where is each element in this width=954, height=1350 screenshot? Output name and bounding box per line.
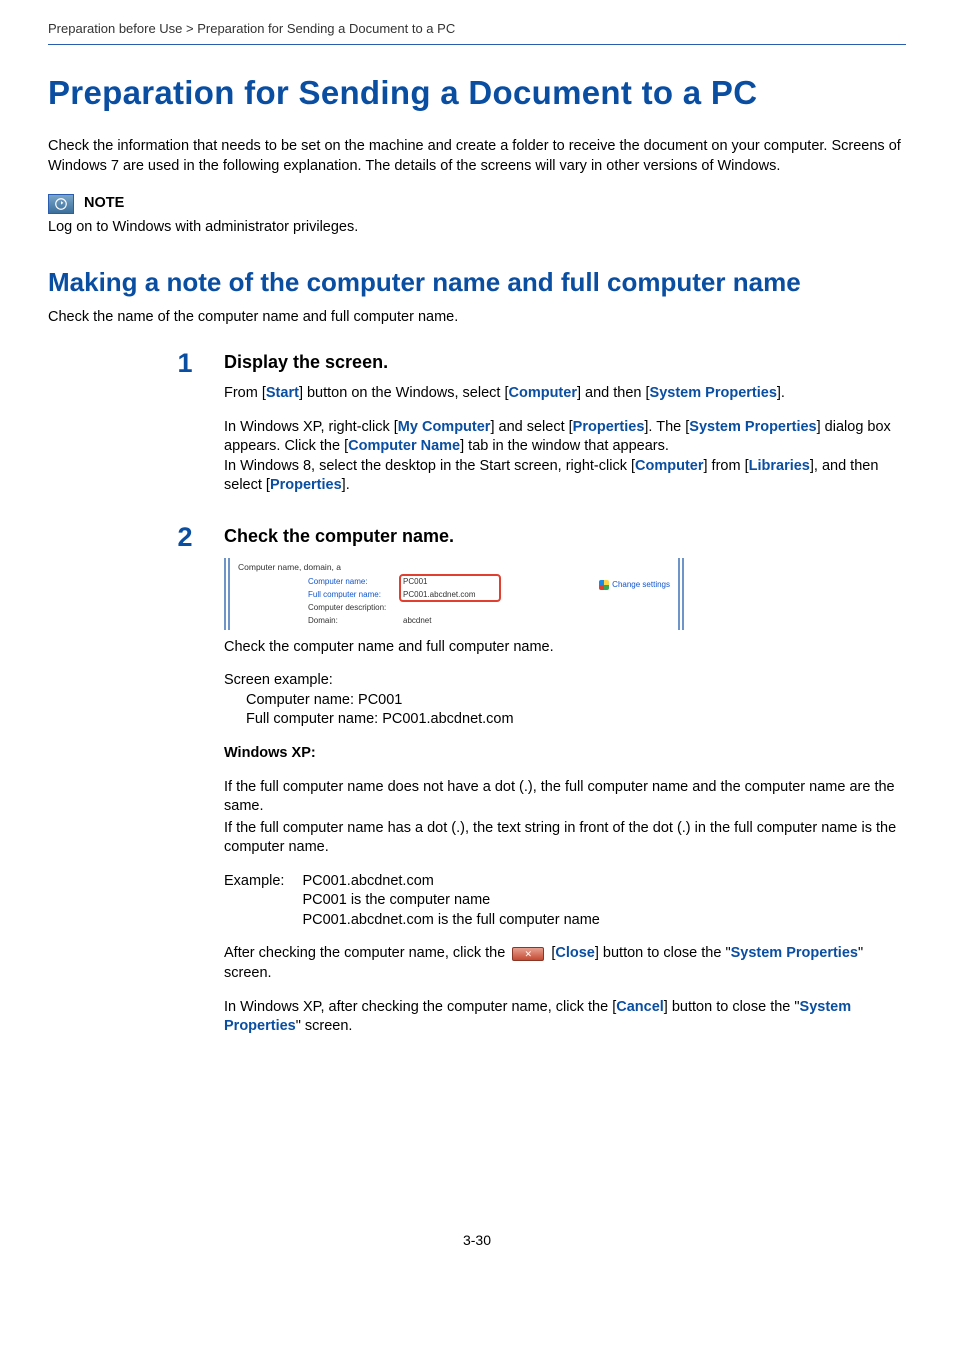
note-header: NOTE (48, 194, 906, 214)
computer-name-link: Computer Name (348, 438, 460, 454)
system-properties-link: System Properties (689, 419, 816, 435)
step-number: 2 (172, 524, 198, 1051)
fig-label: Domain: (308, 616, 403, 627)
computer-link: Computer (509, 385, 577, 401)
winxp-p1: If the full computer name does not have … (224, 778, 906, 817)
system-properties-figure: Computer name, domain, a Change settings… (224, 558, 684, 629)
breadcrumb: Preparation before Use > Preparation for… (48, 20, 906, 44)
change-settings-link[interactable]: Change settings (599, 580, 670, 591)
highlight-box (399, 574, 501, 602)
section-lead: Check the name of the computer name and … (48, 308, 906, 328)
step1-p2: In Windows XP, right-click [My Computer]… (224, 418, 906, 496)
system-properties-link: System Properties (650, 385, 777, 401)
close-icon (512, 947, 544, 961)
note-icon (48, 194, 74, 214)
properties-link: Properties (573, 419, 645, 435)
page-number: 3-30 (48, 1231, 906, 1250)
section-title: Making a note of the computer name and f… (48, 266, 906, 299)
winxp-p2: If the full computer name has a dot (.),… (224, 819, 906, 858)
cancel-link: Cancel (616, 999, 664, 1015)
fig-label: Computer name: (308, 577, 403, 588)
step-number: 1 (172, 350, 198, 510)
properties-link: Properties (270, 477, 342, 493)
step-heading: Display the screen. (224, 350, 906, 374)
shield-icon (599, 580, 609, 590)
page-title: Preparation for Sending a Document to a … (48, 71, 906, 116)
step1-p1: From [Start] button on the Windows, sele… (224, 384, 906, 404)
step-heading: Check the computer name. (224, 524, 906, 548)
step-2: 2 Check the computer name. Computer name… (48, 524, 906, 1051)
fig-label: Computer description: (308, 603, 403, 614)
divider (48, 44, 906, 45)
step2-p1: Check the computer name and full compute… (224, 638, 906, 658)
windows-xp-heading: Windows XP: (224, 744, 906, 764)
close-link: Close (555, 945, 595, 961)
fig-label: Full computer name: (308, 590, 403, 601)
note-text: Log on to Windows with administrator pri… (48, 218, 906, 238)
intro-paragraph: Check the information that needs to be s… (48, 137, 906, 176)
step-1: 1 Display the screen. From [Start] butto… (48, 350, 906, 510)
cancel-paragraph: In Windows XP, after checking the comput… (224, 998, 906, 1037)
system-properties-link: System Properties (731, 945, 858, 961)
close-paragraph: After checking the computer name, click … (224, 944, 906, 983)
computer-link: Computer (635, 458, 703, 474)
my-computer-link: My Computer (398, 419, 491, 435)
note-label: NOTE (84, 194, 124, 214)
example-block: Example: PC001.abcdnet.com PC001 is the … (224, 872, 906, 931)
libraries-link: Libraries (749, 458, 810, 474)
fig-value: abcdnet (403, 616, 670, 627)
start-link: Start (266, 385, 299, 401)
screen-example: Screen example: Computer name: PC001 Ful… (224, 671, 906, 730)
fig-top-label: Computer name, domain, a (238, 562, 670, 573)
